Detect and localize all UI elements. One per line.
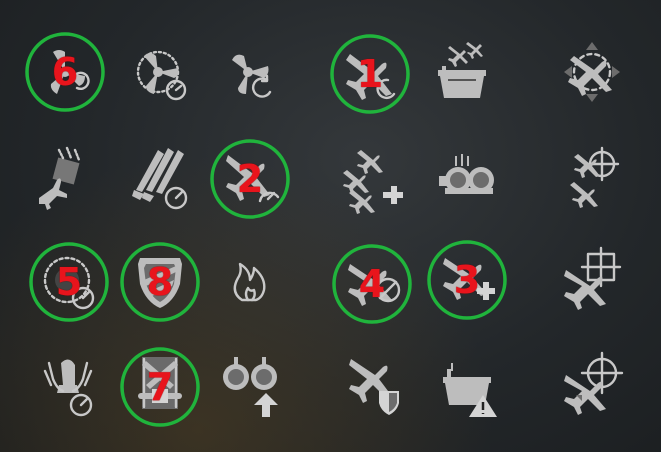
skill-plane-cooldown[interactable]: 1 [328, 32, 412, 116]
plane-evade-icon [564, 42, 620, 102]
fire-icon [233, 262, 266, 302]
bomb-speed-icon [43, 359, 93, 417]
skill-gauges-upgrade[interactable] [208, 345, 292, 429]
skill-squadron-target[interactable] [550, 140, 634, 224]
skill-plane-heal[interactable]: 3 [425, 238, 509, 322]
propeller-reload-icon [50, 50, 90, 94]
plane-crosshair-icon [564, 351, 624, 415]
plane-bomb-drop-icon [39, 146, 81, 210]
rockets-speed-icon [132, 148, 188, 210]
skill-plane-bomb-drop[interactable] [23, 140, 107, 224]
skill-carrier-squadron[interactable] [420, 32, 504, 116]
squadron-heal-icon [343, 150, 403, 214]
carrier-squadron-icon [438, 42, 486, 98]
skill-aa-range[interactable]: 5 [27, 240, 111, 324]
aa-guns-icon [439, 154, 494, 194]
plane-aim-icon [564, 246, 622, 310]
shield-armor-icon [138, 258, 182, 308]
skill-propeller-speed[interactable] [118, 32, 202, 116]
plane-reload-icon [348, 264, 401, 306]
plane-heal-icon [443, 258, 495, 300]
skill-plane-aim[interactable] [550, 240, 634, 324]
skill-propeller-reload[interactable]: 6 [23, 30, 107, 114]
skill-bomb-speed[interactable] [27, 345, 111, 429]
skill-plane-evade[interactable] [550, 32, 634, 116]
carrier-warning-icon [443, 363, 497, 417]
torpedo-armor-icon [138, 357, 182, 409]
plane-speed-icon [226, 155, 280, 203]
skill-rockets-speed[interactable] [118, 140, 202, 224]
propeller-restore-icon [232, 54, 272, 98]
plane-cooldown-icon [346, 54, 396, 100]
skill-propeller-restore[interactable] [208, 32, 292, 116]
skill-grid: 6 1 2 5 8 4 3 7 [0, 0, 661, 452]
skill-fire[interactable] [208, 240, 292, 324]
skill-shield-armor[interactable]: 8 [118, 240, 202, 324]
skill-aa-guns[interactable] [425, 140, 509, 224]
squadron-target-icon [570, 146, 620, 208]
skill-plane-shield[interactable] [333, 345, 417, 429]
gauges-upgrade-icon [223, 357, 278, 417]
skill-torpedo-armor[interactable]: 7 [118, 345, 202, 429]
skill-carrier-warning[interactable] [425, 345, 509, 429]
plane-shield-icon [349, 359, 399, 415]
skill-plane-reload[interactable]: 4 [330, 242, 414, 326]
propeller-speed-icon [136, 50, 187, 101]
skill-squadron-heal[interactable] [333, 140, 417, 224]
aa-range-icon [43, 256, 95, 310]
skill-plane-speed[interactable]: 2 [208, 137, 292, 221]
skill-plane-crosshair[interactable] [550, 345, 634, 429]
